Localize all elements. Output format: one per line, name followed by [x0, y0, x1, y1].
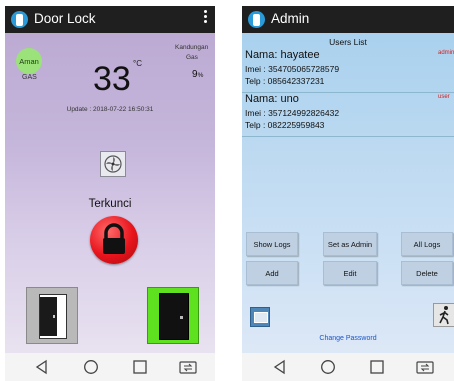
app-bar: Door Lock	[5, 6, 215, 33]
back-triangle-icon[interactable]	[34, 359, 50, 375]
gas-heading: Kandungan	[175, 44, 209, 51]
app-title: Door Lock	[34, 11, 96, 26]
door-closed-icon	[159, 293, 189, 340]
admin-app-logo-icon	[248, 11, 265, 28]
update-timestamp: Update : 2018-07-22 16:50:31	[66, 106, 154, 113]
set-as-admin-button[interactable]: Set as Admin	[323, 232, 377, 256]
show-logs-button[interactable]: Show Logs	[246, 232, 298, 256]
door-open-button[interactable]	[147, 287, 199, 344]
admin-screen: Admin Users List Nama: hayatee admin Ime…	[242, 0, 454, 381]
delete-button[interactable]: Delete	[401, 261, 453, 285]
user-role-tag: user	[438, 94, 450, 100]
user-name: Nama: hayatee	[245, 49, 320, 61]
user-list-item[interactable]: Nama: hayatee admin Imei : 3547050657285…	[242, 49, 454, 91]
home-circle-icon[interactable]	[83, 359, 99, 375]
user-phone: Telp : 085642337231	[245, 76, 325, 86]
gas-status-badge: Aman	[16, 48, 42, 74]
app-logo-icon	[11, 11, 28, 28]
gas-status-label: Aman	[19, 56, 39, 66]
temperature-unit: °C	[133, 59, 142, 68]
admin-system-nav-bar	[242, 353, 454, 381]
door-lock-content: Aman GAS 33 °C Kandungan Gas 9% Update :…	[5, 33, 215, 353]
all-logs-button[interactable]: All Logs	[401, 232, 453, 256]
lock-status-text: Terkunci	[88, 198, 132, 210]
walking-person-icon[interactable]	[433, 303, 454, 327]
user-phone: Telp : 082225959843	[245, 120, 325, 130]
user-imei: Imei : 354705065728579	[245, 64, 340, 74]
change-password-link[interactable]: Change Password	[242, 335, 454, 342]
switch-app-icon[interactable]	[179, 359, 197, 375]
edit-button[interactable]: Edit	[323, 261, 377, 285]
lock-toggle-button[interactable]	[90, 216, 138, 264]
door-lock-screen: Door Lock Aman GAS 33 °C Kandungan Gas 9…	[5, 0, 215, 381]
user-role-tag: admin	[438, 50, 454, 56]
door-open-icon	[39, 294, 67, 339]
system-nav-bar	[5, 353, 215, 381]
fan-icon[interactable]	[100, 151, 126, 177]
gas-heading-2: Gas	[186, 54, 198, 61]
user-divider	[242, 136, 454, 137]
temperature-value: 33	[93, 60, 131, 98]
home-circle-icon[interactable]	[320, 359, 336, 375]
overflow-menu-icon[interactable]	[204, 10, 208, 25]
users-list-heading: Users List	[329, 37, 367, 47]
user-imei: Imei : 357124992826432	[245, 108, 340, 118]
door-closed-button[interactable]	[26, 287, 78, 344]
switch-app-icon[interactable]	[416, 359, 434, 375]
gas-caption: GAS	[22, 74, 37, 81]
admin-app-bar: Admin	[242, 6, 454, 33]
recents-square-icon[interactable]	[132, 359, 148, 375]
gas-value: 9%	[192, 64, 203, 82]
admin-title: Admin	[271, 11, 310, 26]
gas-value-unit: %	[197, 72, 204, 79]
add-button[interactable]: Add	[246, 261, 298, 285]
padlock-icon	[103, 223, 125, 254]
recents-square-icon[interactable]	[369, 359, 385, 375]
image-icon[interactable]	[250, 307, 270, 327]
admin-content: Users List Nama: hayatee admin Imei : 35…	[242, 33, 454, 353]
back-triangle-icon[interactable]	[272, 359, 288, 375]
user-list-item[interactable]: Nama: uno user Imei : 357124992826432 Te…	[242, 93, 454, 135]
user-name: Nama: uno	[245, 93, 299, 105]
